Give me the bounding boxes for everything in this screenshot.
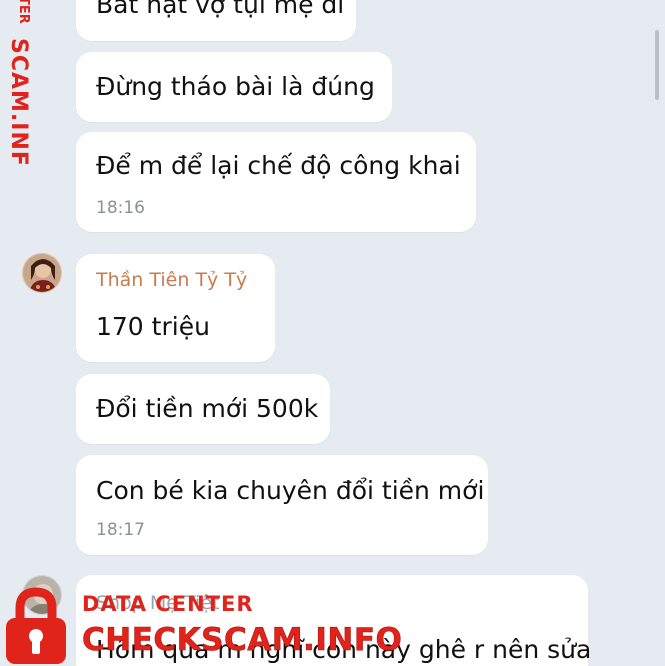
scrollbar[interactable] (655, 30, 659, 100)
message-text: Để m để lại chế độ công khai (96, 151, 461, 180)
message-text: Bắt nạt vợ tụi mẹ đi (96, 0, 345, 19)
message-text: 170 triệu (96, 312, 210, 341)
watermark-data-center: DATA CENTER (82, 592, 254, 616)
sender-avatar[interactable] (22, 253, 62, 293)
sender-name: Thần Tiên Tỷ Tỷ (96, 269, 248, 291)
message-text: Đừng tháo bài là đúng (96, 72, 375, 101)
message-bubble[interactable]: Thần Tiên Tỷ Tỷ 170 triệu (76, 254, 275, 362)
message-timestamp: 18:16 (96, 198, 145, 218)
avatar-image (23, 254, 61, 292)
watermark-checkscam: CHECKSCAM.INFO (82, 622, 403, 659)
message-bubble[interactable]: Đừng tháo bài là đúng (76, 52, 392, 122)
chat-screen: Bắt nạt vợ tụi mẹ đi Đừng tháo bài là đú… (0, 0, 665, 666)
message-bubble[interactable]: Bắt nạt vợ tụi mẹ đi (76, 0, 356, 41)
watermark-side-partial: TER (16, 0, 31, 24)
watermark-side-main: SCAM.INFO (6, 38, 31, 164)
message-text: Đổi tiền mới 500k (96, 394, 319, 423)
message-timestamp: 18:17 (96, 520, 145, 540)
watermark-side-text: TER SCAM.INFO (6, 0, 31, 164)
lock-icon (6, 587, 66, 664)
message-text: Con bé kia chuyên đổi tiền mới (96, 476, 485, 505)
message-bubble[interactable]: Đổi tiền mới 500k (76, 374, 330, 444)
message-bubble[interactable]: Để m để lại chế độ công khai 18:16 (76, 132, 476, 232)
message-bubble[interactable]: Con bé kia chuyên đổi tiền mới 18:17 (76, 455, 488, 555)
